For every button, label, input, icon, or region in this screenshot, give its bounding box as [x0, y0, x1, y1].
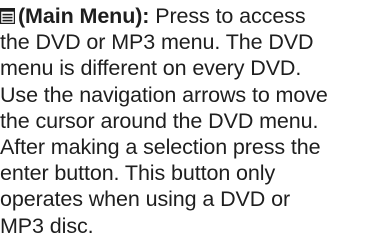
- entry-line-8: operates when using a DVD or: [0, 187, 291, 212]
- manual-entry-main-menu: (Main Menu): Press to access the DVD or …: [0, 3, 386, 239]
- entry-line-6: After making a selection press the: [0, 135, 321, 160]
- entry-term: (Main Menu):: [18, 4, 150, 28]
- entry-line-7: enter button. This button only: [0, 161, 276, 186]
- entry-first-line: (Main Menu): Press to access: [0, 3, 386, 29]
- menu-list-icon: [0, 8, 15, 24]
- entry-line-1: Press to access: [149, 4, 306, 28]
- entry-line-5: the cursor around the DVD menu.: [0, 108, 319, 133]
- entry-line-4: Use the navigation arrows to move: [0, 82, 328, 107]
- entry-line-2: the DVD or MP3 menu. The DVD: [0, 30, 314, 55]
- entry-line-9: MP3 disc.: [0, 213, 94, 238]
- entry-line-3: menu is different on every DVD.: [0, 56, 302, 81]
